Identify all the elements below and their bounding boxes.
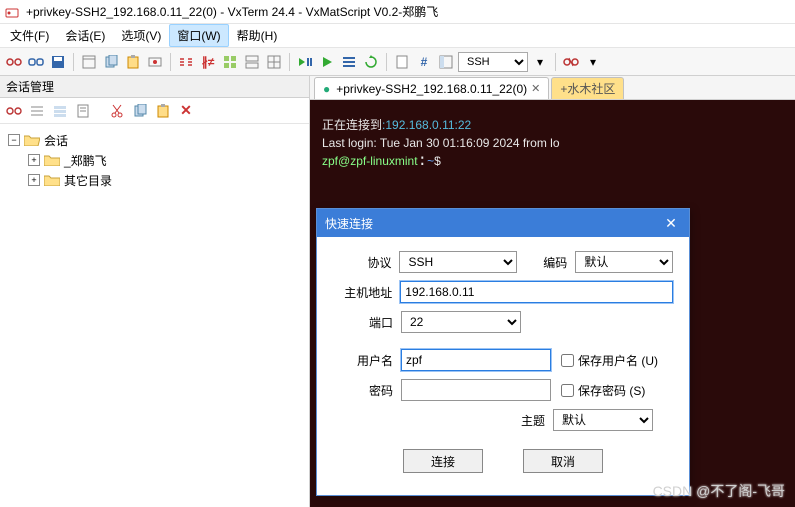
user-field[interactable] [401,349,551,371]
window-titlebar: +privkey-SSH2_192.168.0.11_22(0) - VxTer… [0,0,795,24]
sidebar-toolbar: ✕ [0,98,309,124]
sb-copy-icon[interactable] [130,101,150,121]
sb-list-icon[interactable] [27,101,47,121]
toolbar-sep [289,53,290,71]
copy-icon[interactable] [101,52,121,72]
label-save-pass: 保存密码 (S) [578,382,645,399]
collapse-icon[interactable]: − [8,134,20,146]
dropdown-icon[interactable]: ▾ [583,52,603,72]
toolbar-sep [386,53,387,71]
sidebar: 会话管理 ✕ − 会话 + _郑鹏飞 [0,76,310,507]
hash-icon[interactable]: # [414,52,434,72]
toolbar: ∦≠ # SSH ▾ ▾ [0,48,795,76]
link-icon[interactable] [26,52,46,72]
dialog-title: 快速连接 [325,215,373,232]
label-port: 端口 [333,314,393,331]
sb-props-icon[interactable] [73,101,93,121]
toolbar-sep [555,53,556,71]
sb-cut-icon[interactable] [107,101,127,121]
menu-file[interactable]: 文件(F) [2,24,57,47]
tree-node[interactable]: + 其它目录 [24,170,305,190]
save-user-checkbox[interactable] [561,354,574,367]
sb-paste-icon[interactable] [153,101,173,121]
close-icon[interactable]: ✕ [661,213,681,233]
arrows-icon[interactable] [176,52,196,72]
folder-open-icon [24,133,40,147]
dialog-titlebar[interactable]: 快速连接 ✕ [317,209,689,237]
protocol-select[interactable]: SSH [458,52,528,72]
protocol-field[interactable]: SSH [399,251,516,273]
quick-connect-dialog: 快速连接 ✕ 协议 SSH 编码 默认 主机地址 端口 22 用户名 保存用户名… [316,208,690,496]
app-icon [4,4,20,20]
tab-link[interactable]: +水木社区 [551,77,624,99]
tab-bar: ● +privkey-SSH2_192.168.0.11_22(0) ✕ +水木… [310,76,795,100]
toolbar-sep [170,53,171,71]
grid-icon[interactable] [220,52,240,72]
tab-label: +privkey-SSH2_192.168.0.11_22(0) [336,82,527,96]
folder-icon [44,173,60,187]
tile-icon[interactable] [264,52,284,72]
expand-icon[interactable]: + [28,154,40,166]
panel-icon[interactable] [436,52,456,72]
tab-session[interactable]: ● +privkey-SSH2_192.168.0.11_22(0) ✕ [314,77,549,99]
connect-button[interactable]: 连接 [403,449,483,473]
tree-node[interactable]: + _郑鹏飞 [24,150,305,170]
save-pass-checkbox[interactable] [561,384,574,397]
sidebar-header: 会话管理 [0,76,309,98]
dropdown-icon[interactable]: ▾ [530,52,550,72]
folder-icon [44,153,60,167]
tab-close-icon[interactable]: ✕ [531,82,540,95]
window-icon[interactable] [79,52,99,72]
encoding-field[interactable]: 默认 [575,251,673,273]
window-title: +privkey-SSH2_192.168.0.11_22(0) - VxTer… [26,3,438,20]
menu-help[interactable]: 帮助(H) [229,24,286,47]
menubar: 文件(F) 会话(E) 选项(V) 窗口(W) 帮助(H) [0,24,795,48]
play-icon[interactable] [317,52,337,72]
sb-connect-icon[interactable] [4,101,24,121]
unlink-icon[interactable] [561,52,581,72]
expand-icon[interactable]: + [28,174,40,186]
label-pass: 密码 [333,382,393,399]
list-icon[interactable] [339,52,359,72]
refresh-icon[interactable] [361,52,381,72]
tab-label: +水木社区 [560,80,615,97]
doc-icon[interactable] [392,52,412,72]
not-equal-icon[interactable]: ∦≠ [198,52,218,72]
connect-icon[interactable] [4,52,24,72]
watermark: CSDN @不了阁-飞哥 [653,481,785,501]
menu-session[interactable]: 会话(E) [57,24,113,47]
session-tree: − 会话 + _郑鹏飞 + 其它目录 [0,124,309,507]
theme-field[interactable]: 默认 [553,409,653,431]
label-encoding: 编码 [532,254,567,271]
label-protocol: 协议 [333,254,391,271]
settings-icon[interactable] [145,52,165,72]
sb-delete-icon[interactable]: ✕ [176,101,196,121]
label-user: 用户名 [333,352,393,369]
toolbar-sep [73,53,74,71]
pass-field[interactable] [401,379,551,401]
port-field[interactable]: 22 [401,311,521,333]
host-field[interactable] [400,281,673,303]
tree-root-label: 会话 [44,132,68,149]
menu-window[interactable]: 窗口(W) [169,24,228,47]
label-save-user: 保存用户名 (U) [578,352,658,369]
menu-options[interactable]: 选项(V) [113,24,169,47]
cancel-button[interactable]: 取消 [523,449,603,473]
save-icon[interactable] [48,52,68,72]
tree-node-label: 其它目录 [64,172,112,189]
label-host: 主机地址 [333,284,392,301]
play-pause-icon[interactable] [295,52,315,72]
sb-detail-icon[interactable] [50,101,70,121]
paste-icon[interactable] [123,52,143,72]
label-theme: 主题 [509,412,545,429]
tree-node-label: _郑鹏飞 [64,152,107,169]
tree-root[interactable]: − 会话 [4,130,305,150]
layout-icon[interactable] [242,52,262,72]
tab-status-icon: ● [323,82,330,96]
